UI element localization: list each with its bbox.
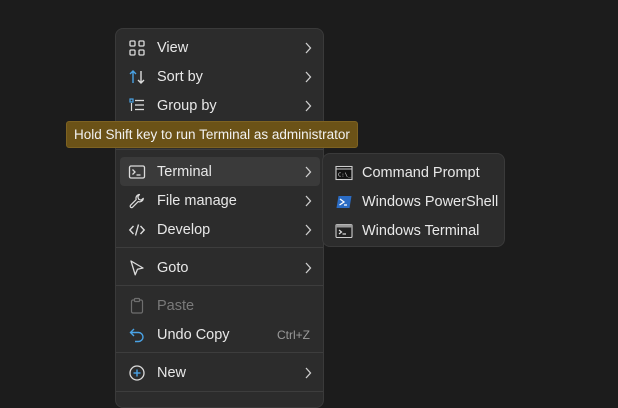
sort-arrows-icon	[129, 70, 145, 84]
menu-item-view[interactable]: View	[120, 33, 320, 62]
menu-item-label: Develop	[157, 222, 211, 238]
menu-item-group-by[interactable]: Group by	[120, 91, 320, 120]
cursor-arrow-icon	[130, 260, 144, 276]
menu-item-label: Sort by	[157, 69, 203, 85]
menu-item-develop[interactable]: Develop	[120, 215, 320, 244]
chevron-right-icon	[305, 367, 312, 379]
chevron-right-icon	[305, 71, 312, 83]
menu-item-sort-by[interactable]: Sort by	[120, 62, 320, 91]
chevron-right-icon	[305, 224, 312, 236]
undo-icon	[129, 328, 144, 343]
context-menu: View Sort by Group by Terminal File mana…	[115, 28, 324, 408]
list-group-icon	[129, 98, 144, 111]
menu-item-terminal[interactable]: Terminal	[120, 157, 320, 186]
menu-separator	[116, 352, 323, 353]
windows-terminal-icon	[335, 223, 353, 239]
chevron-right-icon	[305, 42, 312, 54]
menu-separator	[116, 247, 323, 248]
menu-separator	[116, 391, 323, 392]
menu-separator	[116, 285, 323, 286]
submenu-item-windows-powershell[interactable]: Windows PowerShell	[327, 187, 501, 216]
chevron-right-icon	[305, 166, 312, 178]
clipboard-icon	[130, 297, 144, 314]
terminal-icon	[128, 165, 146, 179]
menu-item-new[interactable]: New	[120, 358, 320, 387]
powershell-icon	[336, 196, 352, 208]
menu-item-label: View	[157, 40, 189, 56]
submenu-item-command-prompt[interactable]: C:\_ Command Prompt	[327, 158, 501, 187]
menu-item-file-manage[interactable]: File manage	[120, 186, 320, 215]
svg-text:C:\_: C:\_	[338, 173, 352, 179]
wrench-icon	[129, 193, 144, 209]
menu-separator	[116, 149, 323, 150]
keyboard-shortcut: Ctrl+Z	[277, 328, 310, 342]
command-prompt-icon: C:\_	[335, 165, 353, 181]
submenu-item-windows-terminal[interactable]: Windows Terminal	[327, 216, 501, 245]
chevron-right-icon	[305, 262, 312, 274]
chevron-right-icon	[305, 195, 312, 207]
submenu-item-label: Windows PowerShell	[362, 194, 499, 210]
menu-item-label: New	[157, 365, 187, 381]
menu-item-paste[interactable]: Paste	[120, 291, 320, 320]
terminal-submenu: C:\_ Command Prompt Windows PowerShell W…	[322, 153, 505, 247]
submenu-item-label: Command Prompt	[362, 165, 480, 181]
menu-item-label: Goto	[157, 260, 189, 276]
chevron-right-icon	[305, 100, 312, 112]
menu-item-label: File manage	[157, 193, 237, 209]
menu-item-label: Terminal	[157, 164, 212, 180]
menu-item-label: Group by	[157, 98, 217, 114]
grid-icon	[129, 40, 145, 56]
plus-circle-icon	[129, 365, 145, 381]
submenu-item-label: Windows Terminal	[362, 223, 480, 239]
menu-item-label: Paste	[157, 298, 195, 314]
tooltip: Hold Shift key to run Terminal as admini…	[66, 121, 358, 148]
menu-item-goto[interactable]: Goto	[120, 253, 320, 282]
menu-item-label: Undo Copy	[157, 327, 230, 343]
menu-item-undo-copy[interactable]: Undo Copy Ctrl+Z	[120, 320, 320, 349]
code-icon	[128, 224, 146, 236]
